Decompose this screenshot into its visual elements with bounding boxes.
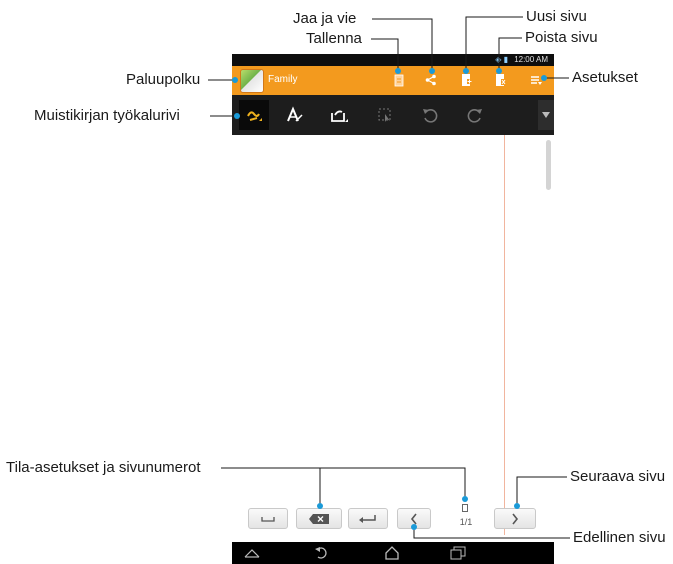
- label-save: Tallenna: [306, 30, 362, 47]
- notebook-back-icon[interactable]: [240, 69, 264, 93]
- home-icon: [385, 546, 399, 560]
- notebook-toolbar: [232, 95, 554, 135]
- menu-icon: [531, 76, 542, 85]
- save-button[interactable]: [392, 72, 406, 88]
- text-icon: [287, 106, 303, 122]
- redo-button[interactable]: [460, 100, 490, 130]
- page-mode-icon[interactable]: [462, 504, 468, 512]
- chevron-up-icon: [244, 549, 260, 558]
- notebook-title[interactable]: Family: [268, 74, 297, 85]
- notebook-page[interactable]: [232, 135, 554, 542]
- nav-back-button[interactable]: [312, 545, 332, 561]
- chevron-right-icon: [512, 513, 519, 524]
- settings-menu-button[interactable]: [529, 72, 543, 88]
- nav-home-button[interactable]: [382, 545, 402, 561]
- enter-icon: [359, 514, 376, 523]
- label-next-page: Seuraava sivu: [570, 468, 666, 485]
- delete-page-icon: [496, 74, 506, 86]
- label-previous-page: Edellinen sivu: [573, 529, 666, 546]
- space-icon: [261, 516, 275, 522]
- wifi-battery-icons: ◈ ▮: [495, 55, 508, 64]
- space-key[interactable]: [248, 508, 288, 529]
- action-bar: Family: [232, 66, 554, 95]
- android-nav-bar: [232, 542, 554, 564]
- label-share-export: Jaa ja vie: [293, 10, 357, 27]
- enter-key[interactable]: [348, 508, 388, 529]
- pen-icon: [247, 111, 262, 121]
- status-time: 12:00 AM: [514, 55, 548, 64]
- label-delete-page: Poista sivu: [525, 29, 598, 46]
- chevron-down-icon: [542, 112, 550, 118]
- nav-up-button[interactable]: [242, 545, 262, 561]
- status-bar: ◈ ▮ 12:00 AM: [232, 54, 554, 66]
- nav-recents-button[interactable]: [448, 545, 468, 561]
- text-tool-button[interactable]: [280, 100, 310, 130]
- back-icon: [315, 547, 327, 559]
- undo-icon: [423, 109, 438, 123]
- new-page-icon: [462, 74, 472, 86]
- save-icon: [394, 74, 404, 86]
- chevron-left-icon: [410, 513, 417, 524]
- page-number: 1/1: [459, 517, 473, 527]
- previous-page-button[interactable]: [397, 508, 431, 529]
- label-mode-settings: Tila-asetukset ja sivunumerot: [6, 459, 201, 476]
- undo-button[interactable]: [415, 100, 445, 130]
- backspace-icon: [309, 513, 329, 524]
- insert-icon: [331, 110, 348, 122]
- next-page-button[interactable]: [494, 508, 536, 529]
- recents-icon: [450, 546, 466, 560]
- share-export-button[interactable]: [424, 72, 438, 88]
- backspace-key[interactable]: [296, 508, 342, 529]
- delete-page-button[interactable]: [494, 72, 508, 88]
- label-back-path: Paluupolku: [126, 71, 201, 88]
- select-tool-button[interactable]: [370, 100, 400, 130]
- toolbar-more-button[interactable]: [538, 100, 554, 130]
- insert-tool-button[interactable]: [324, 100, 354, 130]
- pen-tool-button[interactable]: [239, 100, 269, 130]
- share-icon: [425, 74, 436, 86]
- redo-icon: [467, 109, 482, 123]
- select-icon: [378, 108, 391, 122]
- new-page-button[interactable]: [460, 72, 474, 88]
- label-settings: Asetukset: [572, 69, 638, 86]
- label-notebook-toolbar: Muistikirjan työkalurivi: [34, 107, 180, 124]
- scrollbar[interactable]: [546, 140, 551, 190]
- label-new-page: Uusi sivu: [526, 8, 587, 25]
- page-margin-line: [504, 135, 505, 535]
